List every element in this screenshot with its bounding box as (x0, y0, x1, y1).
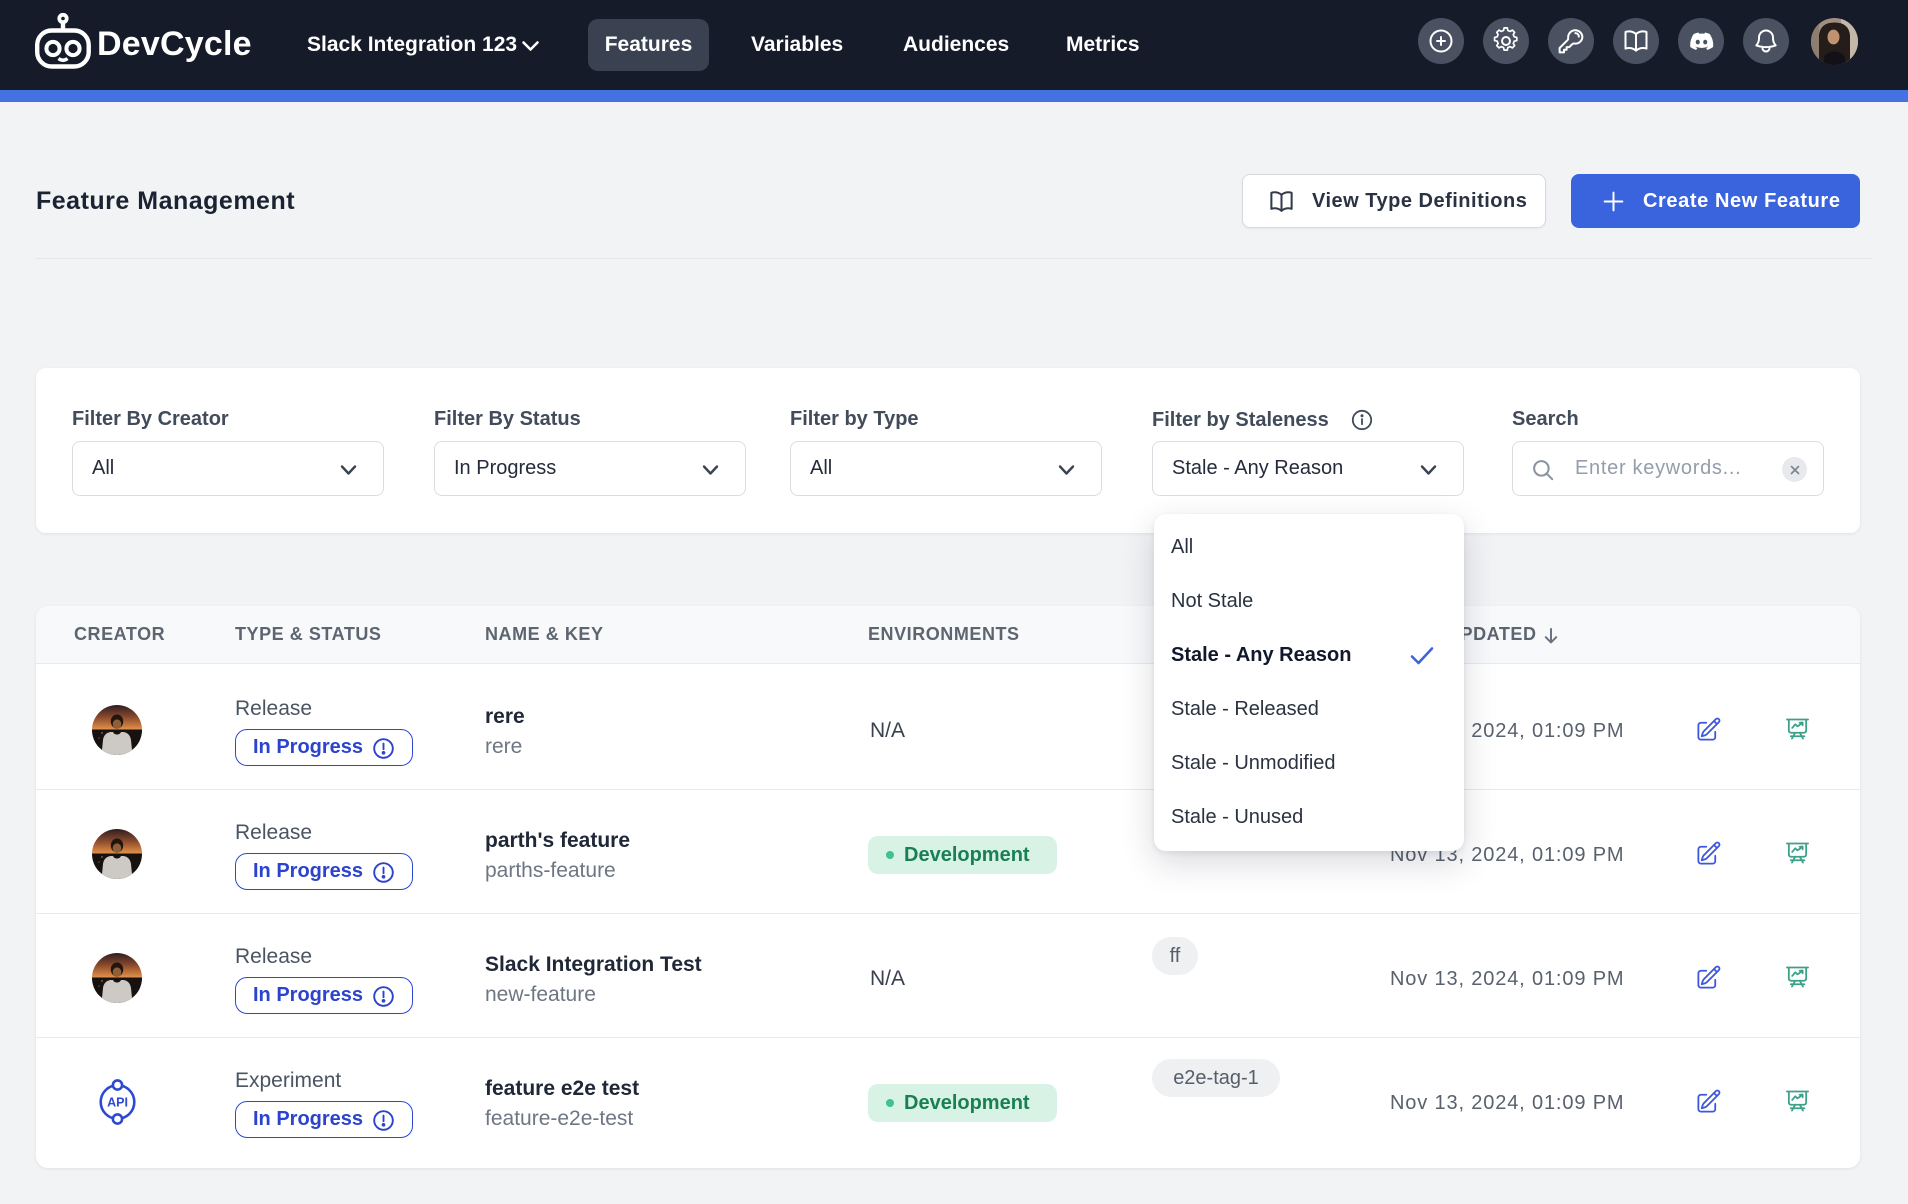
svg-text:API: API (107, 1096, 128, 1110)
